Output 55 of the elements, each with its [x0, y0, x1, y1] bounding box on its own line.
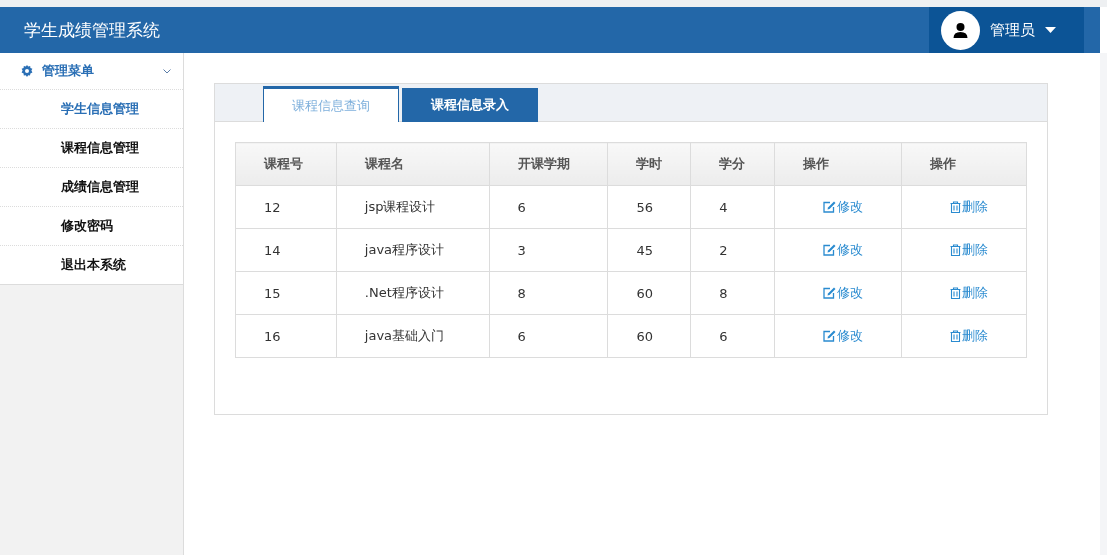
edit-icon	[823, 244, 837, 256]
delete-link[interactable]: 删除	[950, 241, 989, 259]
trash-icon	[950, 201, 962, 213]
column-header: 课程号	[235, 142, 337, 186]
user-menu[interactable]: 管理员	[929, 7, 1084, 53]
gear-icon	[21, 65, 33, 77]
edit-icon	[823, 201, 837, 213]
table-cell: 16	[235, 314, 337, 358]
edit-link[interactable]: 修改	[823, 241, 864, 259]
table-cell: 6	[690, 314, 775, 358]
table-cell: 8	[690, 271, 775, 315]
table-cell: jsp课程设计	[336, 185, 490, 229]
edit-link[interactable]: 修改	[823, 284, 864, 302]
table-cell: 60	[607, 314, 691, 358]
tab[interactable]: 课程信息查询	[263, 86, 399, 122]
app-title: 学生成绩管理系统	[24, 18, 160, 42]
table-cell: 3	[489, 228, 608, 272]
column-header: 操作	[901, 142, 1027, 186]
table-cell: 6	[489, 185, 608, 229]
table-cell: .Net程序设计	[336, 271, 490, 315]
edit-link[interactable]: 修改	[823, 198, 864, 216]
delete-link[interactable]: 删除	[950, 327, 989, 345]
table-cell: java基础入门	[336, 314, 490, 358]
menu-header[interactable]: 管理菜单	[0, 53, 183, 89]
edit-link[interactable]: 修改	[823, 327, 864, 345]
user-avatar-icon	[941, 10, 980, 50]
trash-icon	[950, 330, 962, 342]
column-header: 课程名	[336, 142, 490, 186]
caret-icon	[1045, 27, 1056, 33]
table-cell: 6	[489, 314, 608, 358]
column-header: 学分	[690, 142, 775, 186]
column-header: 开课学期	[489, 142, 608, 186]
table-cell: 60	[607, 271, 691, 315]
table-cell: 56	[607, 185, 691, 229]
edit-icon	[823, 287, 837, 299]
trash-icon	[950, 244, 962, 256]
menu-item[interactable]: 课程信息管理	[0, 128, 183, 167]
menu-item[interactable]: 成绩信息管理	[0, 167, 183, 206]
table-cell: 12	[235, 185, 337, 229]
trash-icon	[950, 287, 962, 299]
table-cell: 15	[235, 271, 337, 315]
table-cell: 45	[607, 228, 691, 272]
menu-item[interactable]: 学生信息管理	[0, 89, 183, 128]
table-cell: 8	[489, 271, 608, 315]
table-cell: 14	[235, 228, 337, 272]
table-cell: 4	[690, 185, 775, 229]
column-header: 操作	[774, 142, 902, 186]
column-header: 学时	[607, 142, 691, 186]
delete-link[interactable]: 删除	[950, 284, 989, 302]
edit-icon	[823, 330, 837, 342]
table-cell: 2	[690, 228, 775, 272]
table-cell: java程序设计	[336, 228, 490, 272]
delete-link[interactable]: 删除	[950, 198, 989, 216]
tab[interactable]: 课程信息录入	[402, 88, 538, 122]
menu-item[interactable]: 修改密码	[0, 206, 183, 245]
